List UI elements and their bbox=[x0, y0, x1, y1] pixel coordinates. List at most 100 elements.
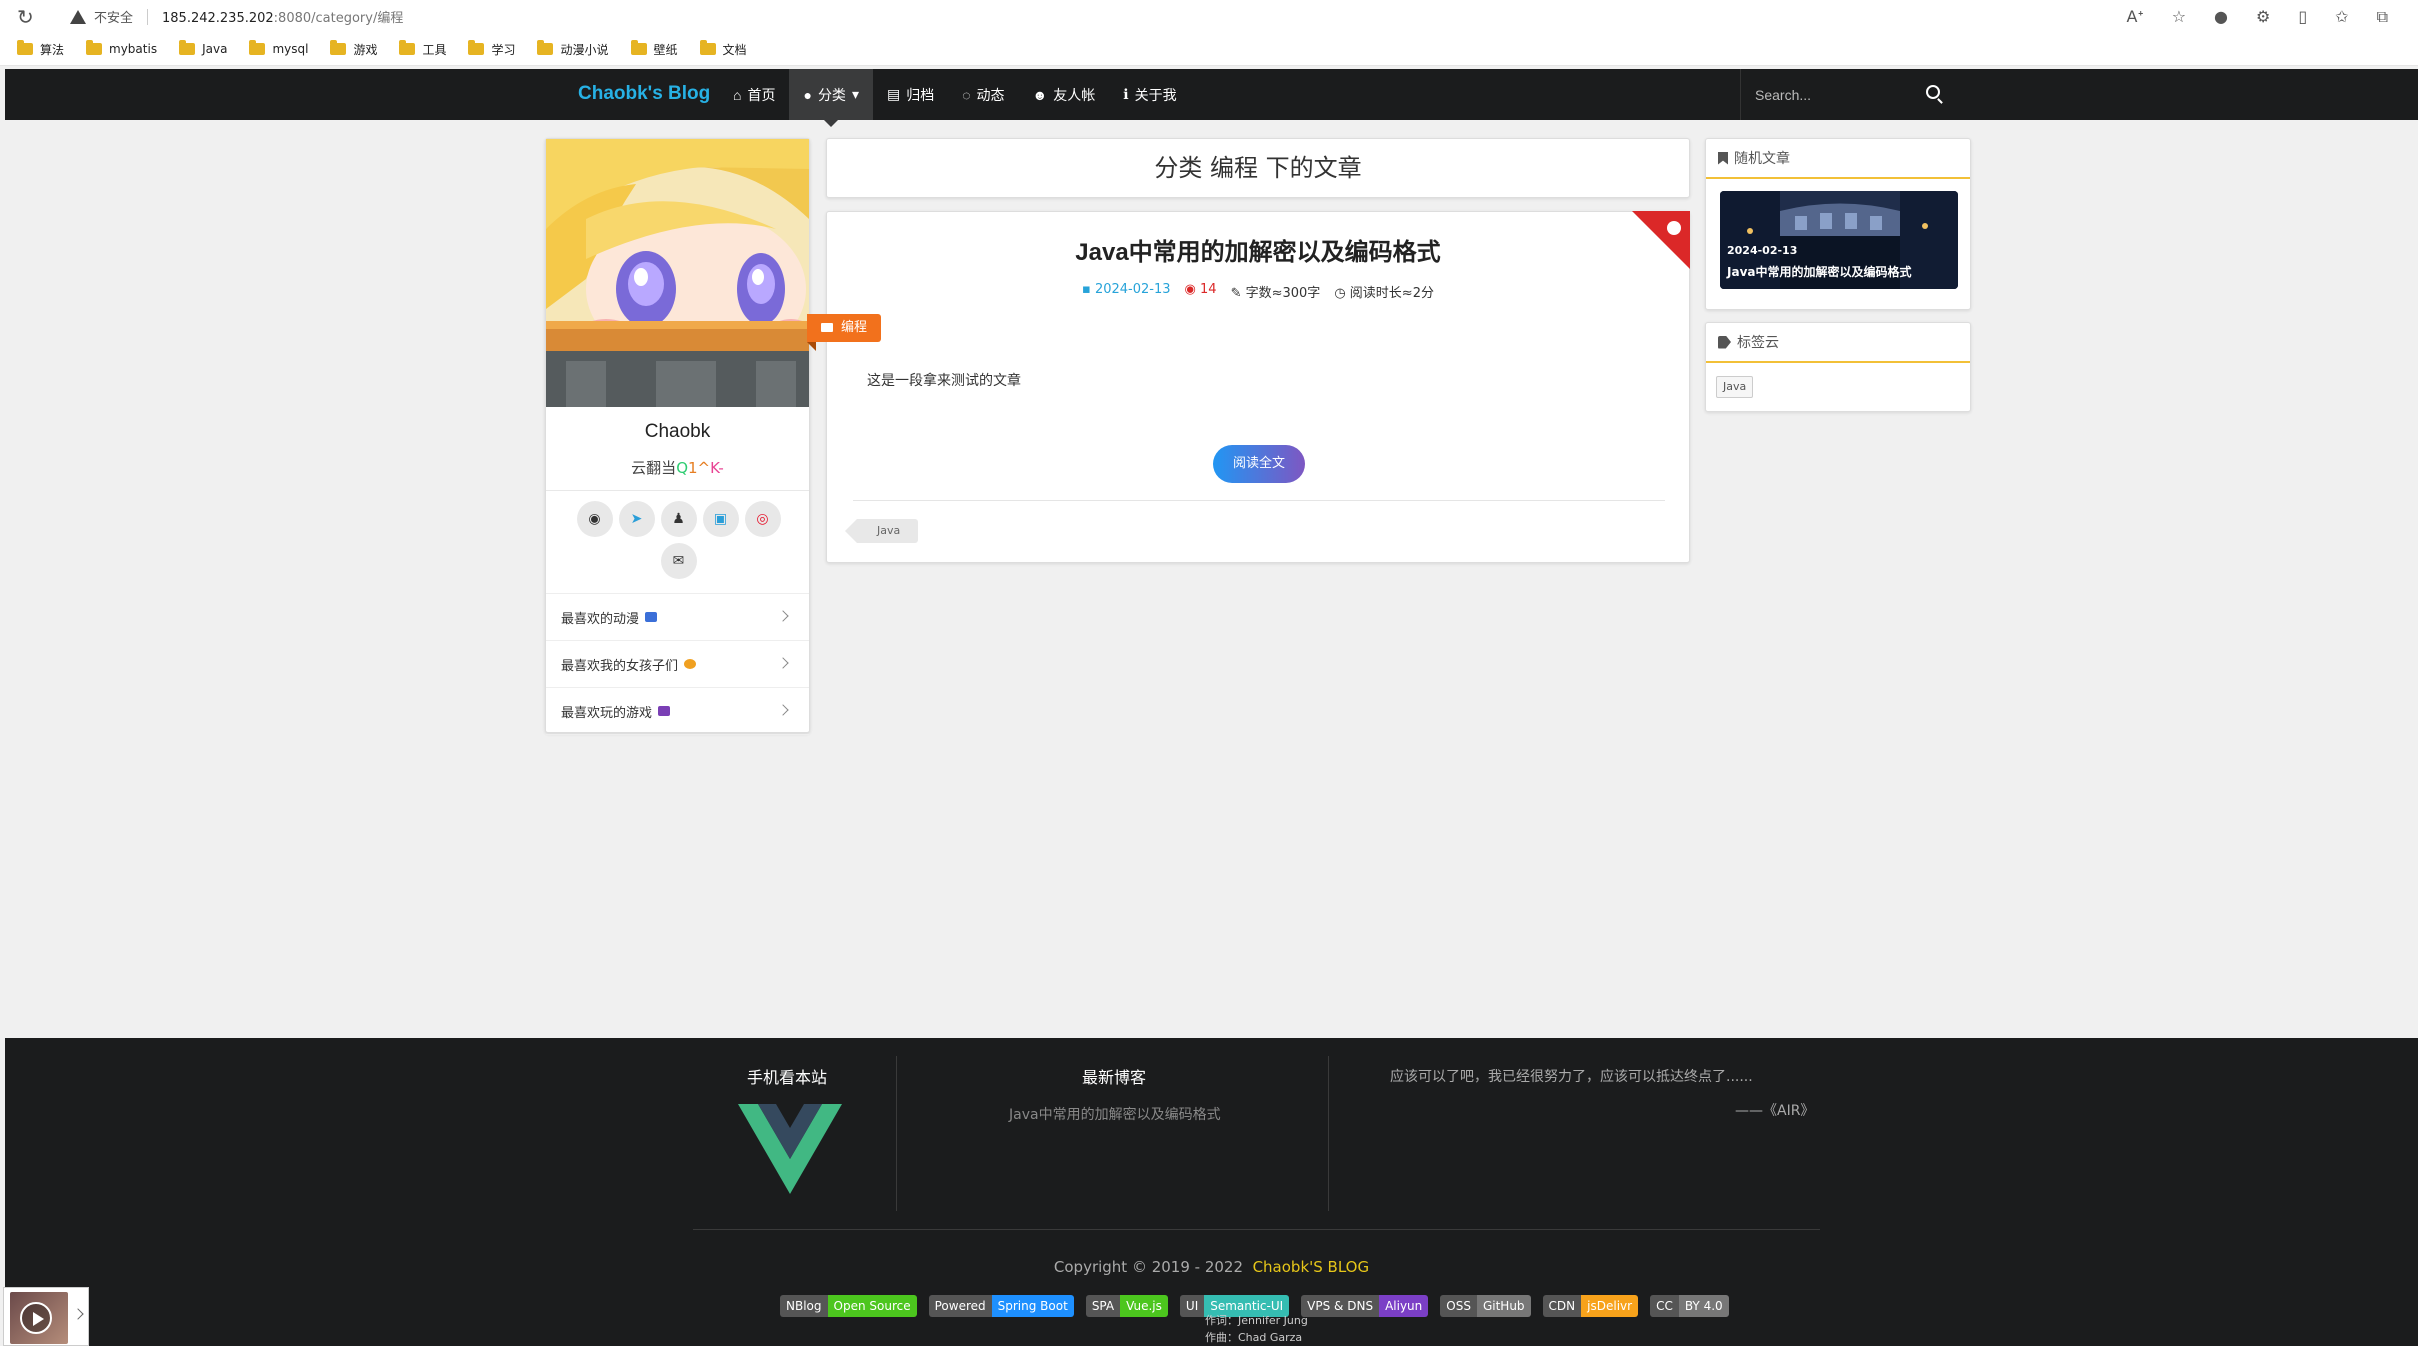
footer-hr bbox=[693, 1229, 1820, 1230]
nav-item-friends[interactable]: ☻ 友人帐 bbox=[1019, 69, 1110, 120]
weibo-icon[interactable]: ◎ bbox=[744, 501, 781, 537]
article-card: Java中常用的加解密以及编码格式 ▪ 2024-02-13 ◉ 14 ✎ 字数… bbox=[807, 211, 1690, 563]
url-host: 185.242.235.202 bbox=[162, 11, 274, 26]
github-icon[interactable]: ◉ bbox=[576, 501, 613, 537]
extensions-puzzle-icon[interactable]: ⚙ bbox=[2256, 7, 2270, 26]
bookmark-folder[interactable]: 文档 bbox=[699, 40, 747, 58]
nav-label: 分类 bbox=[817, 86, 846, 103]
url-field[interactable]: 不安全 185.242.235.202:8080/category/编程 bbox=[70, 3, 403, 30]
bookmark-folder[interactable]: 学习 bbox=[468, 40, 515, 58]
list-item[interactable]: 最喜欢的动漫 bbox=[546, 594, 809, 641]
footer-latest-title: 最新博客 bbox=[1082, 1068, 1147, 1087]
read-more-button[interactable]: 阅读全文 bbox=[1213, 445, 1305, 483]
tag-cloud-item[interactable]: Java bbox=[1716, 376, 1754, 398]
tv-emoji-icon bbox=[645, 612, 658, 622]
browser-address-bar: ↻ 不安全 185.242.235.202:8080/category/编程 A… bbox=[0, 0, 2418, 33]
footer-mobile-title: 手机看本站 bbox=[747, 1068, 828, 1087]
article-tag[interactable]: Java bbox=[844, 519, 919, 543]
badge-label: SPA bbox=[1085, 1295, 1121, 1317]
badge[interactable]: Powered Spring Boot bbox=[928, 1295, 1074, 1317]
footer-divider bbox=[896, 1056, 897, 1211]
bookmark-folder[interactable]: 壁纸 bbox=[630, 40, 678, 58]
footer-latest-post[interactable]: Java中常用的加解密以及编码格式 bbox=[1009, 1104, 1221, 1124]
list-item[interactable]: 最喜欢玩的游戏 bbox=[546, 688, 809, 735]
browser-toolbar: Aᐩ ☆ ● ⚙ ▯ ✩ ⧉ bbox=[2127, 0, 2388, 33]
caret-down-icon: ▾ bbox=[851, 86, 859, 102]
archive-icon: ▤ bbox=[886, 86, 901, 102]
bookmark-folder[interactable]: 动漫小说 bbox=[537, 40, 609, 58]
bookmark-folder[interactable]: 工具 bbox=[399, 40, 446, 58]
copyright-brand[interactable]: Chaobk'S BLOG bbox=[1253, 1258, 1370, 1276]
qq-icon[interactable]: ♟ bbox=[660, 501, 697, 537]
badge-label: UI bbox=[1179, 1295, 1205, 1317]
nav-item-about[interactable]: ℹ 关于我 bbox=[1109, 69, 1190, 120]
bookmark-folder[interactable]: mybatis bbox=[86, 40, 158, 56]
chevron-right-icon[interactable] bbox=[72, 1308, 84, 1320]
badge-value: GitHub bbox=[1476, 1295, 1531, 1317]
lyric-line: 作曲：Chad Garza bbox=[1205, 1331, 1303, 1344]
search-icon[interactable] bbox=[1926, 85, 1940, 99]
article-title[interactable]: Java中常用的加解密以及编码格式 bbox=[827, 232, 1689, 267]
extension-icon[interactable]: ● bbox=[2214, 7, 2228, 26]
badge[interactable]: CC BY 4.0 bbox=[1650, 1295, 1729, 1317]
tag-cloud-title: 标签云 bbox=[1737, 335, 1779, 351]
reload-icon[interactable]: ↻ bbox=[17, 5, 37, 29]
category-text: 编程 bbox=[841, 320, 868, 335]
bookmark-folder[interactable]: mysql bbox=[249, 40, 308, 56]
site-brand[interactable]: Chaobk's Blog bbox=[578, 83, 710, 105]
nav-item-category[interactable]: ● 分类 ▾ bbox=[789, 69, 873, 127]
category-label[interactable]: 编程 bbox=[807, 314, 882, 351]
bilibili-icon[interactable]: ▣ bbox=[702, 501, 739, 537]
list-item-label: 最喜欢我的女孩子们 bbox=[561, 658, 679, 674]
badge-value: Open Source bbox=[827, 1295, 917, 1317]
vue-logo-icon bbox=[738, 1104, 842, 1194]
bookmark-folder[interactable]: Java bbox=[179, 40, 227, 56]
favorites-icon[interactable]: ✩ bbox=[2335, 7, 2348, 26]
chevron-right-icon bbox=[777, 704, 789, 716]
nav-item-moments[interactable]: ◌ 动态 bbox=[948, 69, 1018, 120]
tags-icon bbox=[1718, 335, 1731, 349]
date-text: 2024-02-13 bbox=[1094, 282, 1171, 297]
url-text[interactable]: 185.242.235.202:8080/category/编程 bbox=[162, 7, 403, 26]
badge[interactable]: SPA Vue.js bbox=[1085, 1295, 1168, 1317]
email-icon[interactable]: ✉ bbox=[660, 543, 697, 579]
badge[interactable]: VPS & DNS Aliyun bbox=[1301, 1295, 1429, 1317]
tag-cloud-card: 标签云 Java bbox=[1705, 322, 1971, 412]
random-post-link[interactable]: 2024-02-13 Java中常用的加解密以及编码格式 bbox=[1720, 191, 1958, 289]
telegram-icon[interactable]: ➤ bbox=[618, 501, 655, 537]
profile-name: Chaobk bbox=[644, 421, 711, 442]
nav-item-archive[interactable]: ▤ 归档 bbox=[873, 69, 948, 120]
gamepad-emoji-icon bbox=[658, 706, 671, 716]
site-footer: 手机看本站 最新博客 Java中常用的加解密以及编码格式 应该可以了吧，我已经很… bbox=[5, 1038, 2418, 1346]
bookmark-label: 算法 bbox=[40, 42, 65, 57]
bookmark-label: mybatis bbox=[109, 42, 158, 56]
security-label: 不安全 bbox=[94, 11, 134, 26]
list-item[interactable]: 最喜欢我的女孩子们 bbox=[546, 641, 809, 688]
security-warning[interactable]: 不安全 bbox=[70, 7, 133, 26]
folder-icon bbox=[249, 40, 266, 55]
play-icon[interactable] bbox=[20, 1302, 52, 1334]
nav-item-home[interactable]: ⌂ 首页 bbox=[719, 69, 789, 120]
badge[interactable]: CDN jsDelivr bbox=[1542, 1295, 1639, 1317]
badge-label: CC bbox=[1650, 1295, 1679, 1317]
bookmark-folder[interactable]: 游戏 bbox=[330, 40, 377, 58]
nav-label: 归档 bbox=[906, 86, 935, 103]
badge[interactable]: OSS GitHub bbox=[1440, 1295, 1531, 1317]
badge-label: NBlog bbox=[780, 1295, 828, 1317]
bookmark-label: 文档 bbox=[722, 42, 747, 57]
music-player[interactable] bbox=[3, 1287, 89, 1346]
favorite-star-icon[interactable]: ☆ bbox=[2172, 7, 2186, 26]
tag-cloud: Java bbox=[1706, 363, 1970, 410]
collections-icon[interactable]: ⧉ bbox=[2377, 7, 2388, 27]
nav-menu: ⌂ 首页 ● 分类 ▾ ▤ 归档 ◌ 动态 ☻ 友人帐 ℹ 关于我 bbox=[719, 69, 1191, 127]
split-screen-icon[interactable]: ▯ bbox=[2298, 7, 2307, 26]
footer-divider bbox=[1328, 1056, 1329, 1211]
badge[interactable]: NBlog Open Source bbox=[780, 1295, 917, 1317]
bookmark-folder[interactable]: 算法 bbox=[17, 40, 65, 58]
badge-label: CDN bbox=[1542, 1295, 1582, 1317]
list-item-label: 最喜欢的动漫 bbox=[561, 611, 640, 627]
badge-value: Aliyun bbox=[1379, 1295, 1429, 1317]
read-aloud-icon[interactable]: Aᐩ bbox=[2127, 7, 2144, 26]
avatar bbox=[546, 139, 809, 407]
search-input[interactable] bbox=[1755, 86, 1915, 103]
